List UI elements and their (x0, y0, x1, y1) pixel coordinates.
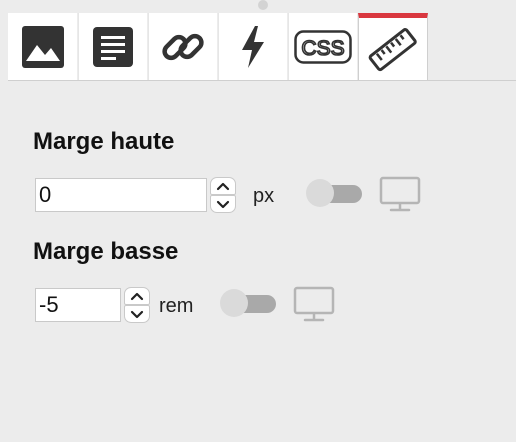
margin-top-label: Marge haute (33, 128, 175, 155)
margin-bottom-responsive-toggle[interactable] (220, 289, 278, 317)
lightning-icon (242, 25, 264, 68)
tab-spacing[interactable] (358, 13, 428, 81)
margin-bottom-input[interactable] (35, 288, 121, 322)
svg-text:CSS: CSS (301, 37, 344, 60)
margin-top-stepper (210, 177, 236, 213)
tab-image[interactable] (8, 13, 77, 80)
css-icon: CSS (294, 29, 352, 64)
chevron-down-icon (130, 310, 144, 318)
image-icon (21, 25, 64, 68)
margin-top-decrement-button[interactable] (210, 195, 236, 213)
margin-top-increment-button[interactable] (210, 177, 236, 195)
top-handle-dot (258, 0, 268, 10)
desktop-monitor-icon[interactable] (293, 286, 335, 324)
tab-actions[interactable] (218, 13, 287, 80)
tab-link[interactable] (148, 13, 217, 80)
link-icon (162, 33, 204, 60)
margin-bottom-decrement-button[interactable] (124, 305, 150, 323)
margin-bottom-increment-button[interactable] (124, 287, 150, 305)
margin-top-unit[interactable]: px (253, 185, 274, 208)
toggle-knob (306, 179, 334, 207)
desktop-monitor-icon[interactable] (379, 176, 421, 214)
document-icon (93, 26, 133, 67)
tab-css[interactable]: CSS (288, 13, 357, 80)
tab-bar: CSS (8, 13, 516, 81)
chevron-up-icon (130, 292, 144, 300)
margin-top-input[interactable] (35, 178, 207, 212)
margin-bottom-stepper (124, 287, 150, 323)
margin-top-responsive-toggle[interactable] (306, 179, 364, 207)
toggle-knob (220, 289, 248, 317)
margin-bottom-label: Marge basse (33, 238, 179, 265)
tab-text[interactable] (78, 13, 147, 80)
ruler-icon (368, 27, 417, 71)
chevron-up-icon (216, 182, 230, 190)
margin-bottom-unit[interactable]: rem (159, 295, 193, 318)
tab-bar-divider (8, 80, 516, 81)
chevron-down-icon (216, 200, 230, 208)
